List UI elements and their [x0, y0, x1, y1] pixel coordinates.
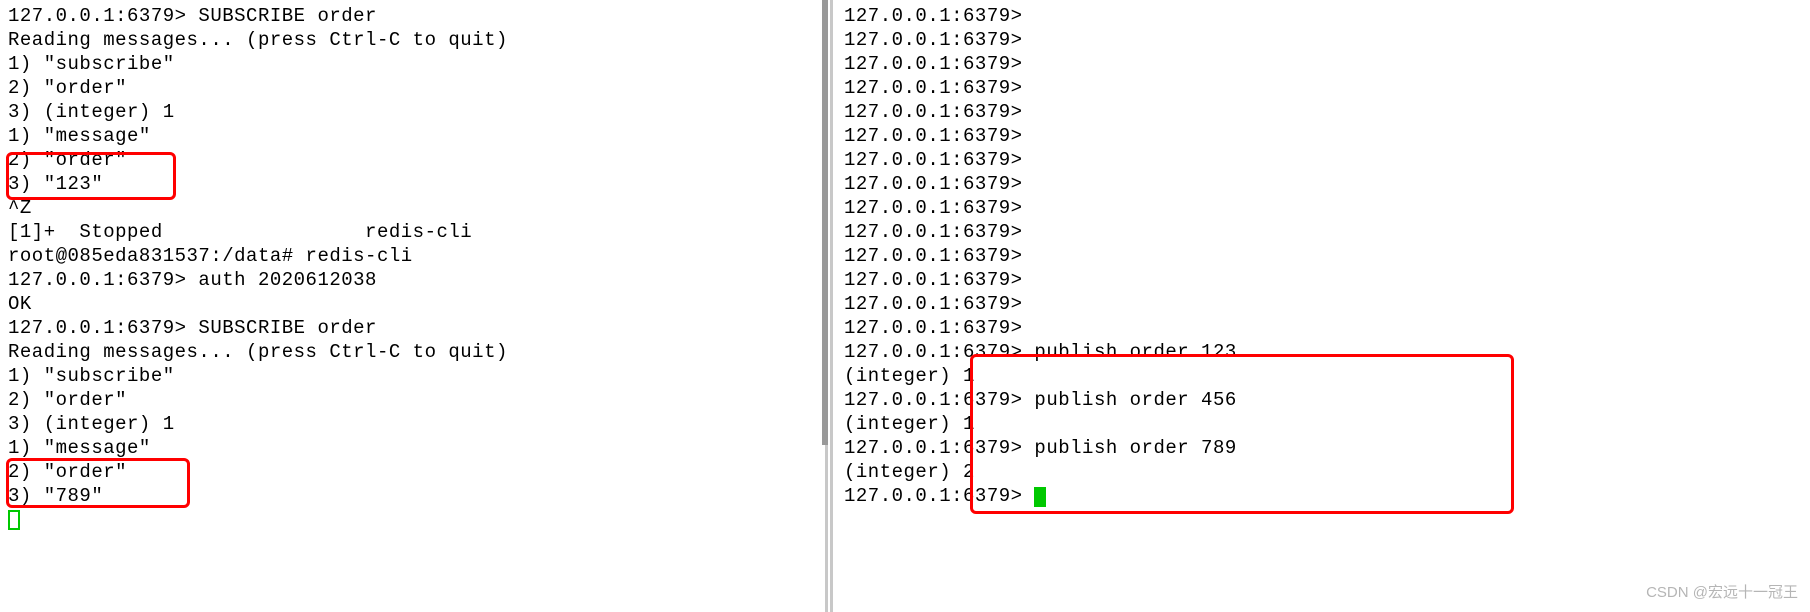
cursor-icon	[8, 510, 20, 530]
right-terminal-pane[interactable]: 127.0.0.1:6379> 127.0.0.1:6379> 127.0.0.…	[836, 0, 1810, 612]
terminal-prompt: 127.0.0.1:6379>	[844, 28, 1802, 52]
terminal-line: 2) "order"	[8, 388, 814, 412]
terminal-prompt: 127.0.0.1:6379>	[844, 100, 1802, 124]
terminal-line: 127.0.0.1:6379> publish order 456	[844, 388, 1802, 412]
terminal-line: 127.0.0.1:6379> publish order 123	[844, 340, 1802, 364]
terminal-prompt: 127.0.0.1:6379>	[844, 292, 1802, 316]
terminal-line: 1) "message"	[8, 124, 814, 148]
terminal-line: 1) "subscribe"	[8, 364, 814, 388]
terminal-line: Reading messages... (press Ctrl-C to qui…	[8, 340, 814, 364]
terminal-line: OK	[8, 292, 814, 316]
left-terminal-pane[interactable]: 127.0.0.1:6379> SUBSCRIBE order Reading …	[0, 0, 822, 612]
terminal-prompt: 127.0.0.1:6379>	[844, 148, 1802, 172]
terminal-line: (integer) 2	[844, 460, 1802, 484]
terminal-prompt-active[interactable]: 127.0.0.1:6379>	[844, 484, 1802, 508]
terminal-prompt: 127.0.0.1:6379>	[844, 316, 1802, 340]
terminal-prompt: 127.0.0.1:6379>	[844, 124, 1802, 148]
cursor-icon	[1034, 487, 1046, 507]
terminal-line: 127.0.0.1:6379> SUBSCRIBE order	[8, 4, 814, 28]
terminal-line: ^Z	[8, 196, 814, 220]
terminal-line: (integer) 1	[844, 364, 1802, 388]
terminal-line: 2) "order"	[8, 148, 814, 172]
scrollbar-thumb[interactable]	[822, 0, 828, 445]
terminal-line: [1]+ Stopped redis-cli	[8, 220, 814, 244]
terminal-line: 1) "subscribe"	[8, 52, 814, 76]
terminal-line: Reading messages... (press Ctrl-C to qui…	[8, 28, 814, 52]
terminal-prompt: 127.0.0.1:6379>	[844, 4, 1802, 28]
terminal-line: 3) (integer) 1	[8, 412, 814, 436]
terminal-line: 2) "order"	[8, 460, 814, 484]
terminal-prompt: 127.0.0.1:6379>	[844, 196, 1802, 220]
terminal-line: 127.0.0.1:6379> SUBSCRIBE order	[8, 316, 814, 340]
terminal-line: root@085eda831537:/data# redis-cli	[8, 244, 814, 268]
terminal-line: 127.0.0.1:6379> publish order 789	[844, 436, 1802, 460]
terminal-line: (integer) 1	[844, 412, 1802, 436]
watermark-text: CSDN @宏远十一冠王	[1646, 581, 1798, 602]
terminal-line: 3) "123"	[8, 172, 814, 196]
terminal-line: 3) "789"	[8, 484, 814, 508]
terminal-prompt: 127.0.0.1:6379>	[844, 268, 1802, 292]
terminal-prompt: 127.0.0.1:6379>	[844, 52, 1802, 76]
terminal-prompt: 127.0.0.1:6379>	[844, 220, 1802, 244]
terminal-prompt: 127.0.0.1:6379>	[844, 244, 1802, 268]
terminal-prompt: 127.0.0.1:6379>	[844, 172, 1802, 196]
terminal-line: 1) "message"	[8, 436, 814, 460]
terminal-line: 3) (integer) 1	[8, 100, 814, 124]
terminal-line: 127.0.0.1:6379> auth 2020612038	[8, 268, 814, 292]
terminal-prompt: 127.0.0.1:6379>	[844, 76, 1802, 100]
terminal-line: 2) "order"	[8, 76, 814, 100]
pane-divider[interactable]	[822, 0, 836, 612]
